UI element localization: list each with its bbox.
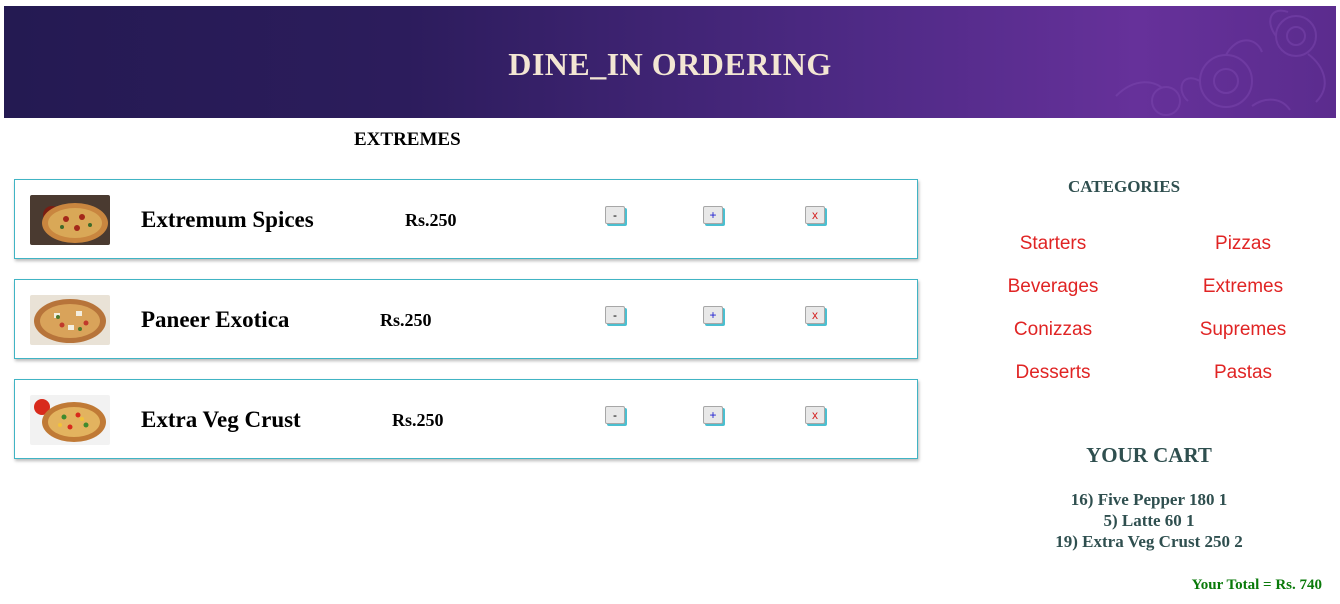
menu-item-card: Extremum Spices Rs.250 - + x [14, 179, 918, 259]
menu-item-card: Extra Veg Crust Rs.250 - + x [14, 379, 918, 459]
category-link-desserts[interactable]: Desserts [978, 362, 1128, 384]
category-link-pastas[interactable]: Pastas [1168, 362, 1318, 384]
item-name: Extra Veg Crust [141, 407, 301, 432]
category-link-beverages[interactable]: Beverages [978, 276, 1128, 298]
increase-quantity-button[interactable]: + [703, 306, 723, 324]
app-header: DINE_IN ORDERING [4, 6, 1336, 118]
categories-title: CATEGORIES [1068, 177, 1181, 196]
category-link-starters[interactable]: Starters [978, 233, 1128, 255]
category-link-extremes[interactable]: Extremes [1168, 276, 1318, 298]
remove-item-button[interactable]: x [805, 306, 825, 324]
category-link-supremes[interactable]: Supremes [1168, 319, 1318, 341]
pizza-image-icon [30, 295, 110, 345]
item-name: Paneer Exotica [141, 307, 290, 332]
remove-item-button[interactable]: x [805, 406, 825, 424]
category-link-conizzas[interactable]: Conizzas [978, 319, 1128, 341]
cart-line: 16) Five Pepper 180 1 [1070, 490, 1228, 509]
menu-item-card: Paneer Exotica Rs.250 - + x [14, 279, 918, 359]
cart-list: 16) Five Pepper 180 1 5) Latte 60 1 19) … [1000, 489, 1298, 552]
cart-line: 5) Latte 60 1 [1103, 511, 1195, 530]
increase-quantity-button[interactable]: + [703, 206, 723, 224]
pizza-image-icon [30, 395, 110, 445]
cart-title: YOUR CART [1086, 443, 1212, 467]
item-price: Rs.250 [380, 310, 432, 330]
pizza-image-icon [30, 195, 110, 245]
app-title: DINE_IN ORDERING [508, 46, 832, 82]
cart-total: Your Total = Rs. 740 [1191, 577, 1322, 593]
decrease-quantity-button[interactable]: - [605, 306, 625, 324]
item-price: Rs.250 [405, 210, 457, 230]
increase-quantity-button[interactable]: + [703, 406, 723, 424]
category-link-pizzas[interactable]: Pizzas [1168, 233, 1318, 255]
item-name: Extremum Spices [141, 207, 314, 232]
decrease-quantity-button[interactable]: - [605, 406, 625, 424]
section-title: EXTREMES [354, 129, 461, 150]
cart-line: 19) Extra Veg Crust 250 2 [1055, 532, 1243, 551]
item-price: Rs.250 [392, 410, 444, 430]
decrease-quantity-button[interactable]: - [605, 206, 625, 224]
remove-item-button[interactable]: x [805, 206, 825, 224]
